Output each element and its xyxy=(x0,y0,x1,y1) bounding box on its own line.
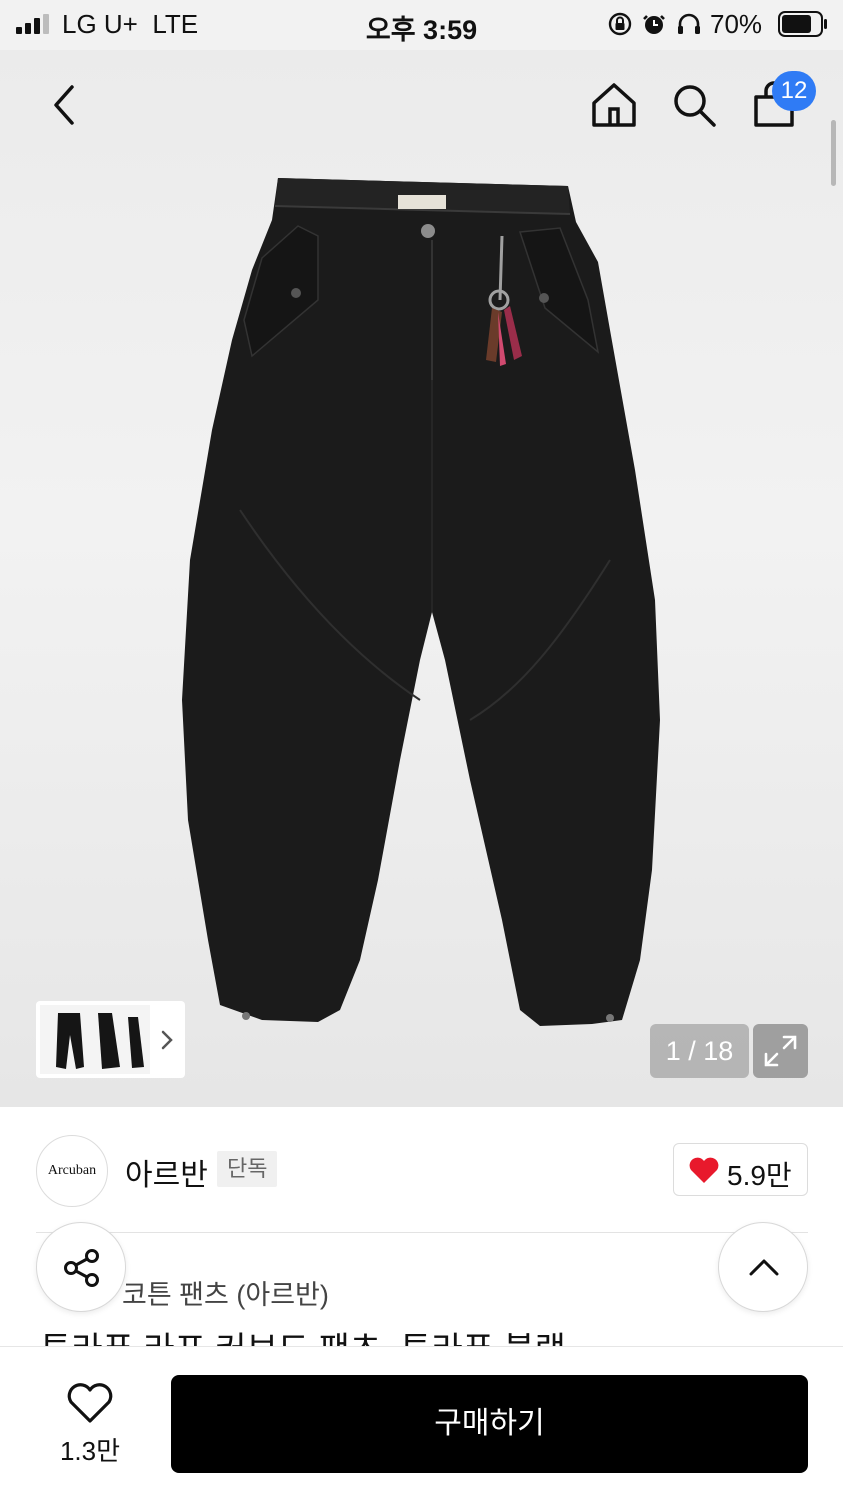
brand-like-button[interactable]: 5.9만 xyxy=(673,1143,808,1196)
wish-count: 1.3만 xyxy=(59,1436,121,1466)
brand-logo[interactable]: Arcuban xyxy=(36,1135,108,1207)
scroll-indicator xyxy=(831,120,836,186)
exclusive-badge: 단독 xyxy=(217,1151,278,1187)
share-icon xyxy=(64,1249,99,1287)
status-icons xyxy=(608,12,700,36)
status-bar: LG U+ LTE 오후 3:59 70% xyxy=(0,0,843,50)
cart-count-badge: 12 xyxy=(772,71,816,111)
search-icon[interactable] xyxy=(664,75,724,135)
product-image xyxy=(182,178,660,1026)
product-category[interactable]: 코튼 팬츠 (아르반) xyxy=(122,1273,329,1312)
battery-percent: 70% xyxy=(710,9,763,39)
back-icon[interactable] xyxy=(34,75,94,135)
thumbnail-strip[interactable] xyxy=(36,1001,185,1078)
product-image-gallery[interactable] xyxy=(0,50,843,1107)
home-icon[interactable] xyxy=(584,75,644,135)
share-button[interactable] xyxy=(36,1222,126,1312)
battery-icon xyxy=(778,11,827,37)
buy-button[interactable]: 구매하기 xyxy=(171,1375,808,1473)
image-page-counter: 1 / 18 xyxy=(650,1024,749,1078)
chevron-up-icon xyxy=(749,1259,779,1276)
chevron-right-icon[interactable] xyxy=(157,1028,177,1052)
brand-name[interactable]: 아르반 xyxy=(125,1150,208,1194)
rotation-lock-icon xyxy=(608,12,632,36)
headphones-icon xyxy=(678,13,700,34)
thumbnail-image[interactable] xyxy=(40,1005,150,1074)
heart-outline-icon[interactable] xyxy=(65,1380,115,1424)
alarm-icon xyxy=(643,15,665,34)
brand-like-count: 5.9만 xyxy=(727,1160,792,1191)
heart-filled-icon xyxy=(689,1157,719,1183)
divider xyxy=(36,1232,808,1233)
expand-icon[interactable] xyxy=(753,1024,808,1078)
scroll-to-top-button[interactable] xyxy=(718,1222,808,1312)
